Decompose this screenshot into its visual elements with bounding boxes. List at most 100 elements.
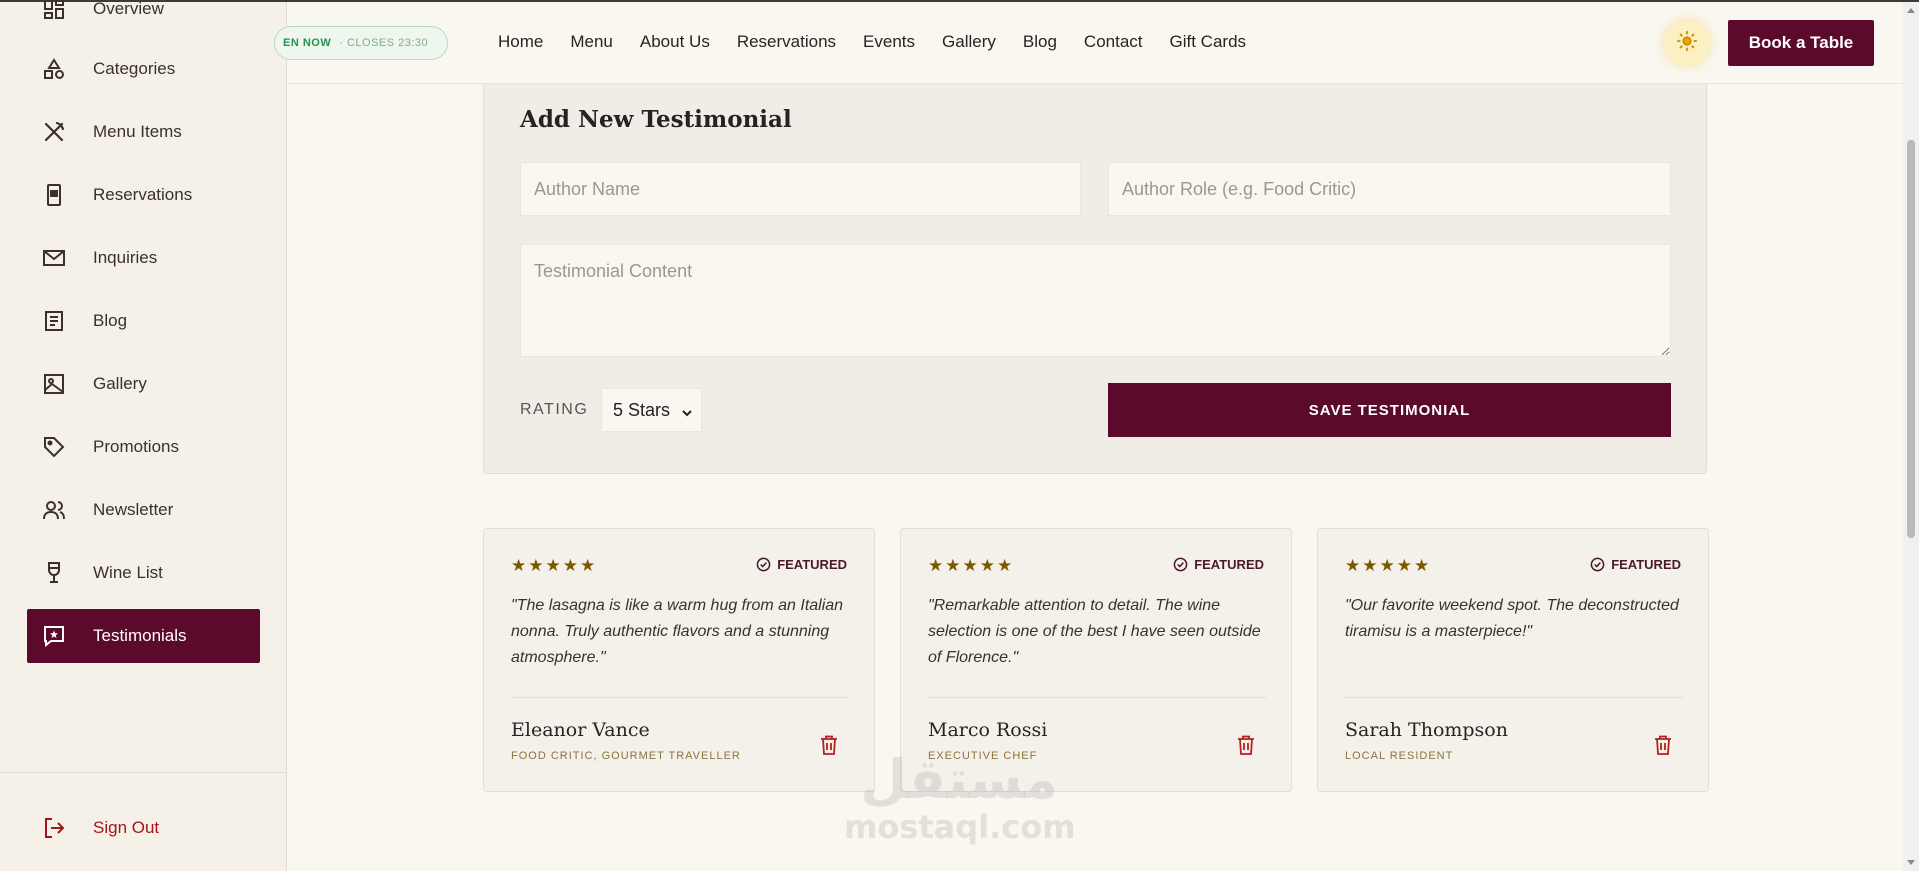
star-icon: ★ [528, 556, 544, 575]
testimonial-card: ★ ★ ★ ★ ★ FEATURED "Remarkable attention to … [900, 528, 1292, 792]
testimonial-card: ★ ★ ★ ★ ★ FEATURED "Our favorite weekend spo… [1317, 528, 1709, 792]
nav-gift-cards[interactable]: Gift Cards [1170, 32, 1247, 52]
sidebar-item-blog[interactable]: Blog [27, 294, 260, 348]
star-icon: ★ [979, 556, 995, 575]
rating-label: RATING [520, 401, 589, 418]
nav-blog[interactable]: Blog [1023, 32, 1057, 52]
nav-menu[interactable]: Menu [570, 32, 613, 52]
author-name-input[interactable] [520, 162, 1081, 216]
trash-icon [1655, 735, 1671, 755]
featured-toggle[interactable]: FEATURED [1173, 557, 1264, 572]
trash-icon [821, 735, 837, 755]
nav-events[interactable]: Events [863, 32, 915, 52]
author-name: Marco Rossi [928, 719, 1048, 741]
testimonial-quote: "Our favorite weekend spot. The deconstr… [1345, 597, 1679, 640]
form-title: Add New Testimonial [520, 106, 792, 133]
sidebar-item-promotions[interactable]: Promotions [27, 420, 260, 474]
testimonial-card: ★ ★ ★ ★ ★ FEATURED "The lasagna is like a wa… [483, 528, 875, 792]
nav-contact[interactable]: Contact [1084, 32, 1143, 52]
trash-icon [1238, 735, 1254, 755]
sidebar-item-label: Overview [93, 0, 164, 18]
tag-icon [41, 434, 67, 460]
save-testimonial-button[interactable]: SAVE TESTIMONIAL [1108, 383, 1671, 437]
star-rating: ★ ★ ★ ★ ★ [928, 557, 1012, 574]
delete-testimonial-button[interactable] [820, 735, 838, 760]
nav-about-us[interactable]: About Us [640, 32, 710, 52]
featured-toggle[interactable]: FEATURED [756, 557, 847, 572]
star-icon: ★ [1414, 556, 1430, 575]
card-divider [511, 697, 849, 698]
testimonial-quote: "The lasagna is like a warm hug from an … [511, 597, 844, 666]
author-role: EXECUTIVE CHEF [928, 750, 1038, 762]
admin-sidebar: Overview Categories Menu Items Reservati… [0, 0, 287, 871]
sidebar-item-label: Gallery [93, 374, 147, 393]
star-icon: ★ [545, 556, 561, 575]
sidebar-item-inquiries[interactable]: Inquiries [27, 231, 260, 285]
star-icon: ★ [997, 556, 1013, 575]
sidebar-item-label: Menu Items [93, 122, 182, 141]
sign-out-button[interactable]: Sign Out [27, 801, 260, 855]
author-role: LOCAL RESIDENT [1345, 750, 1454, 762]
star-rating: ★ ★ ★ ★ ★ [1345, 557, 1429, 574]
sidebar-item-wine-list[interactable]: Wine List [27, 546, 260, 600]
scroll-down-icon[interactable] [1907, 860, 1915, 865]
rating-select-value: 5 Stars [613, 399, 671, 420]
sidebar-item-label: Inquiries [93, 248, 158, 267]
featured-label: FEATURED [1194, 557, 1264, 572]
utensils-icon [41, 119, 67, 145]
users-icon [41, 497, 67, 523]
star-icon: ★ [1362, 556, 1378, 575]
author-role: FOOD CRITIC, GOURMET TRAVELLER [511, 750, 741, 762]
author-role-input[interactable] [1108, 162, 1671, 216]
check-circle-icon [756, 557, 771, 572]
star-icon: ★ [962, 556, 978, 575]
sidebar-item-menu-items[interactable]: Menu Items [27, 105, 260, 159]
wine-glass-icon [41, 560, 67, 586]
logout-icon [41, 815, 67, 841]
sun-icon [1676, 30, 1698, 57]
card-divider [1345, 697, 1683, 698]
main-nav: Home Menu About Us Reservations Events G… [498, 32, 1273, 52]
scrollbar-thumb[interactable] [1907, 140, 1915, 538]
nav-reservations[interactable]: Reservations [737, 32, 836, 52]
watermark-latin: mostaql.com [844, 808, 1076, 846]
grid-icon [41, 0, 67, 22]
featured-toggle[interactable]: FEATURED [1590, 557, 1681, 572]
sidebar-item-overview[interactable]: Overview [27, 0, 260, 36]
shapes-icon [41, 56, 67, 82]
sidebar-item-gallery[interactable]: Gallery [27, 357, 260, 411]
star-icon: ★ [945, 556, 961, 575]
sidebar-item-reservations[interactable]: Reservations [27, 168, 260, 222]
sidebar-item-label: Newsletter [93, 500, 174, 519]
open-now-text: EN NOW [283, 37, 332, 49]
theme-toggle-button[interactable] [1664, 20, 1710, 66]
rating-select[interactable]: 5 Stars [601, 388, 702, 432]
mail-icon [41, 245, 67, 271]
page-scrollbar[interactable] [1903, 2, 1919, 871]
sidebar-item-label: Reservations [93, 185, 193, 204]
check-circle-icon [1590, 557, 1605, 572]
sidebar-item-label: Blog [93, 311, 128, 330]
star-rating: ★ ★ ★ ★ ★ [511, 557, 595, 574]
star-icon: ★ [562, 556, 578, 575]
closing-time-text: · CLOSES 23:30 [339, 37, 429, 49]
star-icon: ★ [580, 556, 596, 575]
site-header: EN NOW · CLOSES 23:30 Home Menu About Us… [274, 2, 1903, 84]
nav-gallery[interactable]: Gallery [942, 32, 996, 52]
sidebar-item-newsletter[interactable]: Newsletter [27, 483, 260, 537]
nav-home[interactable]: Home [498, 32, 543, 52]
star-icon: ★ [1396, 556, 1412, 575]
tablet-icon [41, 182, 67, 208]
scroll-up-icon[interactable] [1907, 8, 1915, 13]
chevron-down-icon [681, 403, 693, 424]
delete-testimonial-button[interactable] [1654, 735, 1672, 760]
star-message-icon [41, 623, 67, 649]
author-name: Eleanor Vance [511, 719, 650, 741]
sidebar-item-categories[interactable]: Categories [27, 42, 260, 96]
testimonial-content-textarea[interactable] [520, 244, 1671, 357]
star-icon: ★ [1379, 556, 1395, 575]
book-table-button[interactable]: Book a Table [1728, 20, 1874, 66]
delete-testimonial-button[interactable] [1237, 735, 1255, 760]
star-icon: ★ [511, 556, 527, 575]
sidebar-item-testimonials[interactable]: Testimonials [27, 609, 260, 663]
